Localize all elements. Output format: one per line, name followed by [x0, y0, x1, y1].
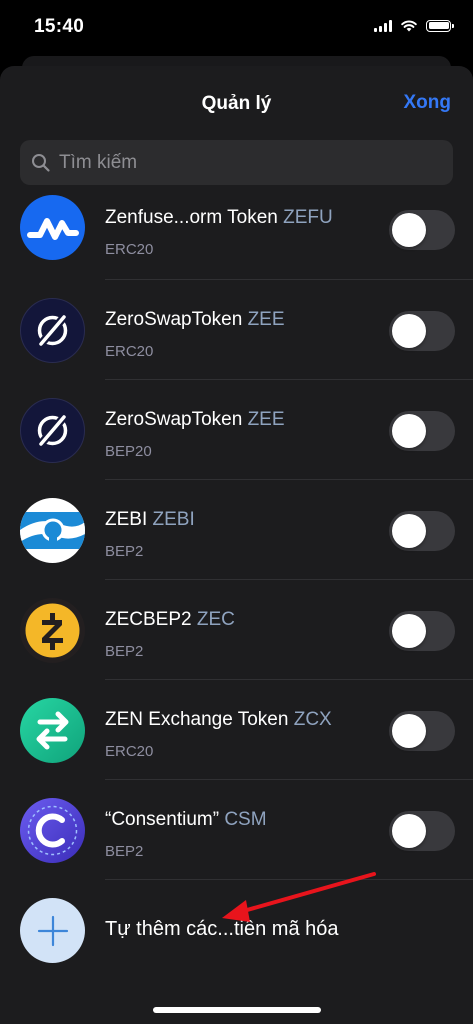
token-network: BEP2 — [105, 643, 144, 660]
search-icon — [31, 153, 51, 173]
token-network: BEP2 — [105, 843, 144, 860]
zenfuse-logo-icon — [20, 195, 85, 260]
toggle-switch[interactable] — [389, 311, 455, 351]
token-symbol: ZEFU — [283, 207, 333, 228]
plus-icon — [20, 898, 85, 963]
token-network: ERC20 — [105, 343, 154, 360]
toggle-switch[interactable] — [389, 210, 455, 250]
token-name: “Consentium” CSM — [105, 809, 267, 830]
token-row-zee-erc20: ZeroSwapToken ZEE ERC20 — [0, 280, 473, 380]
token-symbol: ZEBI — [152, 509, 195, 530]
token-row-zebi: ZEBI ZEBI BEP2 — [0, 480, 473, 580]
page-title: Quản lý — [201, 93, 272, 114]
battery-icon — [426, 19, 454, 32]
status-icons — [374, 19, 454, 32]
toggle-switch[interactable] — [389, 511, 455, 551]
zeroswap-logo-icon — [20, 298, 85, 363]
token-symbol: ZEE — [247, 309, 285, 330]
toggle-switch[interactable] — [389, 711, 455, 751]
token-name: ZEN Exchange Token ZCX — [105, 709, 332, 730]
status-bar: 15:40 — [0, 0, 473, 56]
toggle-switch[interactable] — [389, 411, 455, 451]
token-symbol: ZCX — [293, 709, 332, 730]
token-network: BEP2 — [105, 543, 144, 560]
token-row-zcx: ZEN Exchange Token ZCX ERC20 — [0, 680, 473, 780]
token-row-zee-bep20: ZeroSwapToken ZEE BEP20 — [0, 380, 473, 480]
token-row-zec: ZECBEP2 ZEC BEP2 — [0, 580, 473, 680]
token-name: ZeroSwapToken ZEE — [105, 409, 285, 430]
zcash-logo-icon — [20, 598, 85, 663]
done-button[interactable]: Xong — [404, 92, 452, 114]
search-input[interactable] — [57, 150, 441, 175]
status-time: 15:40 — [34, 16, 85, 37]
search-bar[interactable] — [20, 140, 453, 185]
token-name: ZECBEP2 ZEC — [105, 609, 235, 630]
token-row-csm: “Consentium” CSM BEP2 — [0, 780, 473, 880]
token-network: BEP20 — [105, 443, 152, 460]
token-network: ERC20 — [105, 743, 154, 760]
token-symbol: ZEC — [196, 609, 235, 630]
token-symbol: CSM — [224, 809, 267, 830]
add-custom-token-label: Tự thêm các...tiền mã hóa — [105, 918, 339, 940]
toggle-switch[interactable] — [389, 611, 455, 651]
token-name: ZEBI ZEBI — [105, 509, 195, 530]
zeroswap-logo-icon — [20, 398, 85, 463]
consentium-logo-icon — [20, 798, 85, 863]
token-symbol: ZEE — [247, 409, 285, 430]
token-name: Zenfuse...orm Token ZEFU — [105, 207, 333, 228]
token-name: ZeroSwapToken ZEE — [105, 309, 285, 330]
home-indicator[interactable] — [153, 1007, 321, 1013]
add-custom-token-button[interactable]: Tự thêm các...tiền mã hóa — [0, 898, 473, 978]
token-network: ERC20 — [105, 241, 154, 258]
cellular-signal-icon — [374, 19, 392, 32]
toggle-switch[interactable] — [389, 811, 455, 851]
manage-sheet: Quản lý Xong Zenfuse...orm Token ZEFU ER… — [0, 66, 473, 1024]
zebi-logo-icon — [20, 498, 85, 563]
zcx-logo-icon — [20, 698, 85, 763]
wifi-icon — [401, 20, 417, 32]
